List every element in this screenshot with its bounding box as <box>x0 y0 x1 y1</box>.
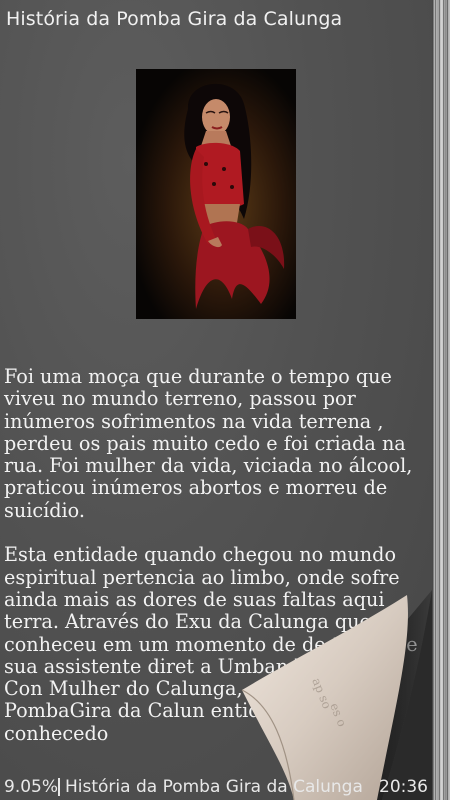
page-edge-stack <box>432 0 450 800</box>
clock: 20:36 <box>379 777 428 797</box>
paragraph: Foi uma moça que durante o tempo que viv… <box>4 365 413 522</box>
reading-progress: 9.05% <box>4 777 59 797</box>
page-curl-icon[interactable]: ap so es o <box>232 500 432 800</box>
book-illustration <box>136 69 296 319</box>
reader-page[interactable]: História da Pomba Gira da Calunga Foi um… <box>0 0 432 800</box>
current-chapter: História da Pomba Gira da Calunga <box>65 777 363 797</box>
book-title: História da Pomba Gira da Calunga <box>6 8 343 30</box>
status-divider <box>58 778 60 796</box>
reader-status-bar: 9.05% História da Pomba Gira da Calunga … <box>0 772 450 800</box>
